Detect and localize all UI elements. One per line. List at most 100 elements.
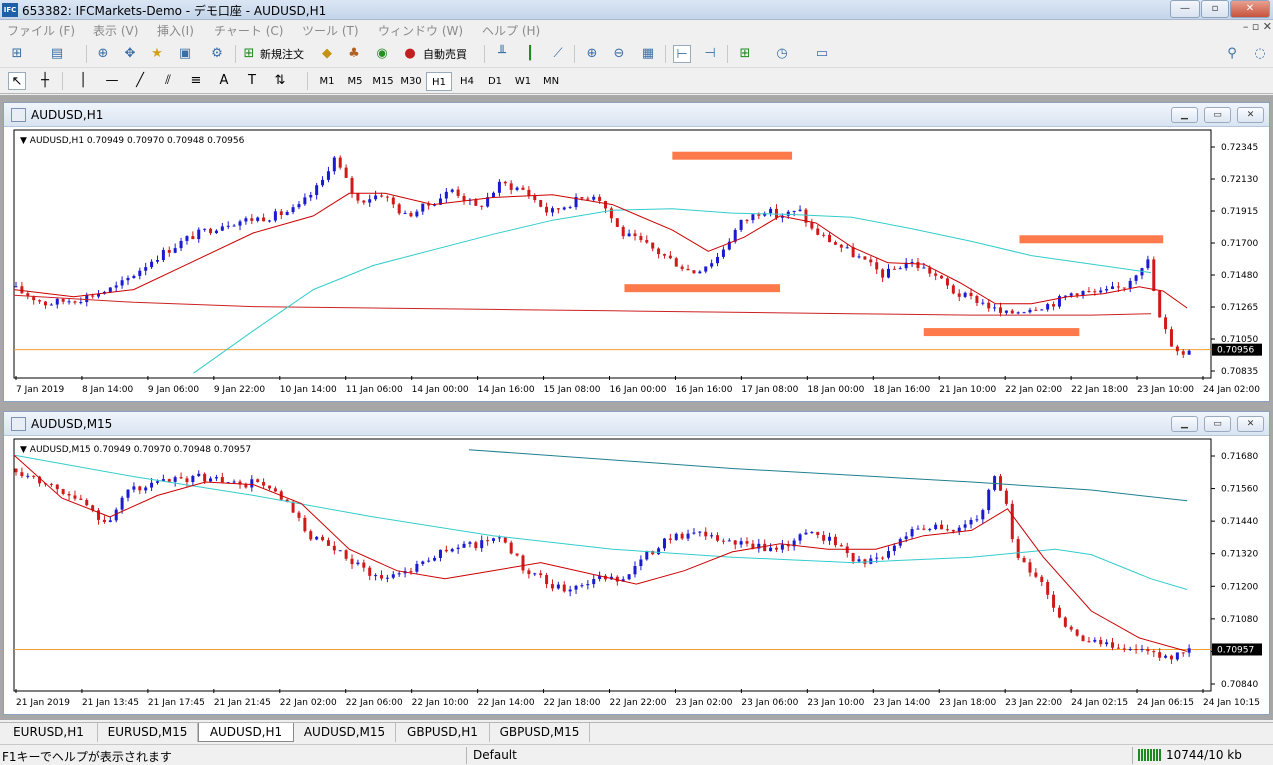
close-button[interactable]: ✕ [1230,0,1270,18]
new-order-icon[interactable]: ⊞ [240,45,258,63]
tab-gbpusd-h1[interactable]: GBPUSD,H1 [396,723,490,742]
candle-body [1093,639,1097,642]
chart-maximize-button[interactable]: ▭ [1204,416,1231,432]
candle-body [321,536,325,541]
candle-body [957,527,961,532]
candle-body [497,537,501,539]
tab-eurusd-h1[interactable]: EURUSD,H1 [0,723,98,742]
price-chart[interactable]: ▼ AUDUSD,H1 0.70949 0.70970 0.70948 0.70… [4,128,1269,401]
auto-trading-button[interactable]: 自動売買 [423,46,467,62]
new-order-button[interactable]: 新規注文 [260,46,304,62]
menu-chart[interactable]: チャート (C) [214,22,283,39]
timeframe-m5[interactable]: M5 [342,72,368,91]
candle-body [492,192,496,198]
timeframe-m30[interactable]: M30 [398,72,424,91]
chart-minimize-button[interactable]: ▁ [1171,107,1198,123]
candlestick-icon[interactable]: ┃ [521,45,539,63]
candle-body [733,540,737,545]
candle-body [38,300,42,302]
chart-shift-icon[interactable]: ⊣ [701,45,719,63]
time-axis-label: 23 Jan 10:00 [807,698,864,708]
metaeditor-icon[interactable]: ◆ [318,45,336,63]
menu-insert[interactable]: 挿入(I) [157,22,194,39]
minimize-button[interactable]: — [1170,0,1200,18]
title-bar: IFC 653382: IFCMarkets-Demo - デモ口座 - AUD… [0,0,1273,20]
menu-file[interactable]: ファイル (F) [7,22,75,39]
maximize-button[interactable]: ▫ [1201,0,1229,18]
chart-close-button[interactable]: ✕ [1237,107,1264,123]
equidistant-channel-icon[interactable]: ⫽ [159,72,177,90]
data-window-icon[interactable]: ✥ [121,45,139,63]
chart-icon [11,108,26,122]
chart-window-h1[interactable]: AUDUSD,H1 ▁ ▭ ✕ ▼ AUDUSD,H1 0.70949 0.70… [3,102,1270,402]
timeframe-w1[interactable]: W1 [510,72,536,91]
navigator-icon[interactable]: ★ [148,45,166,63]
arrows-icon[interactable]: ⇅ [271,72,289,90]
timeframe-m15[interactable]: M15 [370,72,396,91]
horizontal-line-icon[interactable]: — [103,72,121,90]
new-chart-icon[interactable]: ⊞ [8,45,26,63]
candle-body [662,538,666,549]
timeframe-d1[interactable]: D1 [482,72,508,91]
fibonacci-icon[interactable]: ≡ [187,72,205,90]
candle-body [161,250,165,261]
candle-body [108,520,112,522]
text-icon[interactable]: A [215,72,233,90]
signals-icon[interactable]: ♣ [345,45,363,63]
market-watch-icon[interactable]: ⊕ [94,45,112,63]
market-icon[interactable]: ◉ [373,45,391,63]
zoom-out-icon[interactable]: ⊖ [610,45,628,63]
bar-chart-icon[interactable]: ╨ [493,45,511,63]
chart-maximize-button[interactable]: ▭ [1204,107,1231,123]
menu-help[interactable]: ヘルプ (H) [482,22,540,39]
tab-gbpusd-m15[interactable]: GBPUSD,M15 [490,723,590,742]
candle-body [214,477,218,479]
candle-body [627,574,631,580]
cursor-icon[interactable]: ↖ [8,72,26,90]
terminal-icon[interactable]: ▣ [176,45,194,63]
timeframe-mn[interactable]: MN [538,72,564,91]
chat-icon[interactable]: ◌ [1251,45,1269,63]
time-axis-label: 22 Jan 02:00 [280,698,337,708]
indicators-icon[interactable]: ⊞ [736,45,754,63]
candle-body [380,195,384,197]
candle-body [1028,562,1032,573]
menu-view[interactable]: 表示 (V) [93,22,138,39]
zoom-in-icon[interactable]: ⊕ [583,45,601,63]
timeframe-h4[interactable]: H4 [454,72,480,91]
line-chart-icon[interactable]: ⟋ [549,45,567,63]
trendline-icon[interactable]: ╱ [131,72,149,90]
text-label-icon[interactable]: T [243,72,261,90]
periods-icon[interactable]: ◷ [773,45,791,63]
profiles-icon[interactable]: ▤ [48,45,66,63]
menu-tools[interactable]: ツール (T) [302,22,359,39]
level-marker [624,284,781,293]
search-icon[interactable]: ⚲ [1223,45,1241,63]
candle-body [969,519,973,525]
tab-audusd-h1[interactable]: AUDUSD,H1 [198,723,294,742]
candle-body [438,549,442,558]
price-chart[interactable]: ▼ AUDUSD,M15 0.70949 0.70970 0.70948 0.7… [4,437,1269,714]
templates-icon[interactable]: ▭ [813,45,831,63]
timeframe-m1[interactable]: M1 [314,72,340,91]
auto-scroll-icon[interactable]: ⊢ [673,45,691,63]
vertical-line-icon[interactable]: │ [74,72,92,90]
mdi-window-controls[interactable]: – ▫ ✕ [1222,20,1272,40]
chart-minimize-button[interactable]: ▁ [1171,416,1198,432]
candle-body [73,495,77,499]
candle-body [297,204,301,208]
candle-body [350,177,354,194]
menu-window[interactable]: ウィンドウ (W) [378,22,463,39]
tab-audusd-m15[interactable]: AUDUSD,M15 [294,723,396,742]
tile-windows-icon[interactable]: ▦ [639,45,657,63]
crosshair-icon[interactable]: ┼ [36,72,54,90]
tab-eurusd-m15[interactable]: EURUSD,M15 [98,723,198,742]
candle-body [1081,291,1085,296]
strategy-tester-icon[interactable]: ⚙ [208,45,226,63]
auto-trading-icon[interactable]: ● [401,45,419,63]
timeframe-h1[interactable]: H1 [426,72,452,91]
candle-body [67,301,71,303]
candle-body [1158,652,1162,658]
chart-window-m15[interactable]: AUDUSD,M15 ▁ ▭ ✕ ▼ AUDUSD,M15 0.70949 0.… [3,411,1270,715]
chart-close-button[interactable]: ✕ [1237,416,1264,432]
